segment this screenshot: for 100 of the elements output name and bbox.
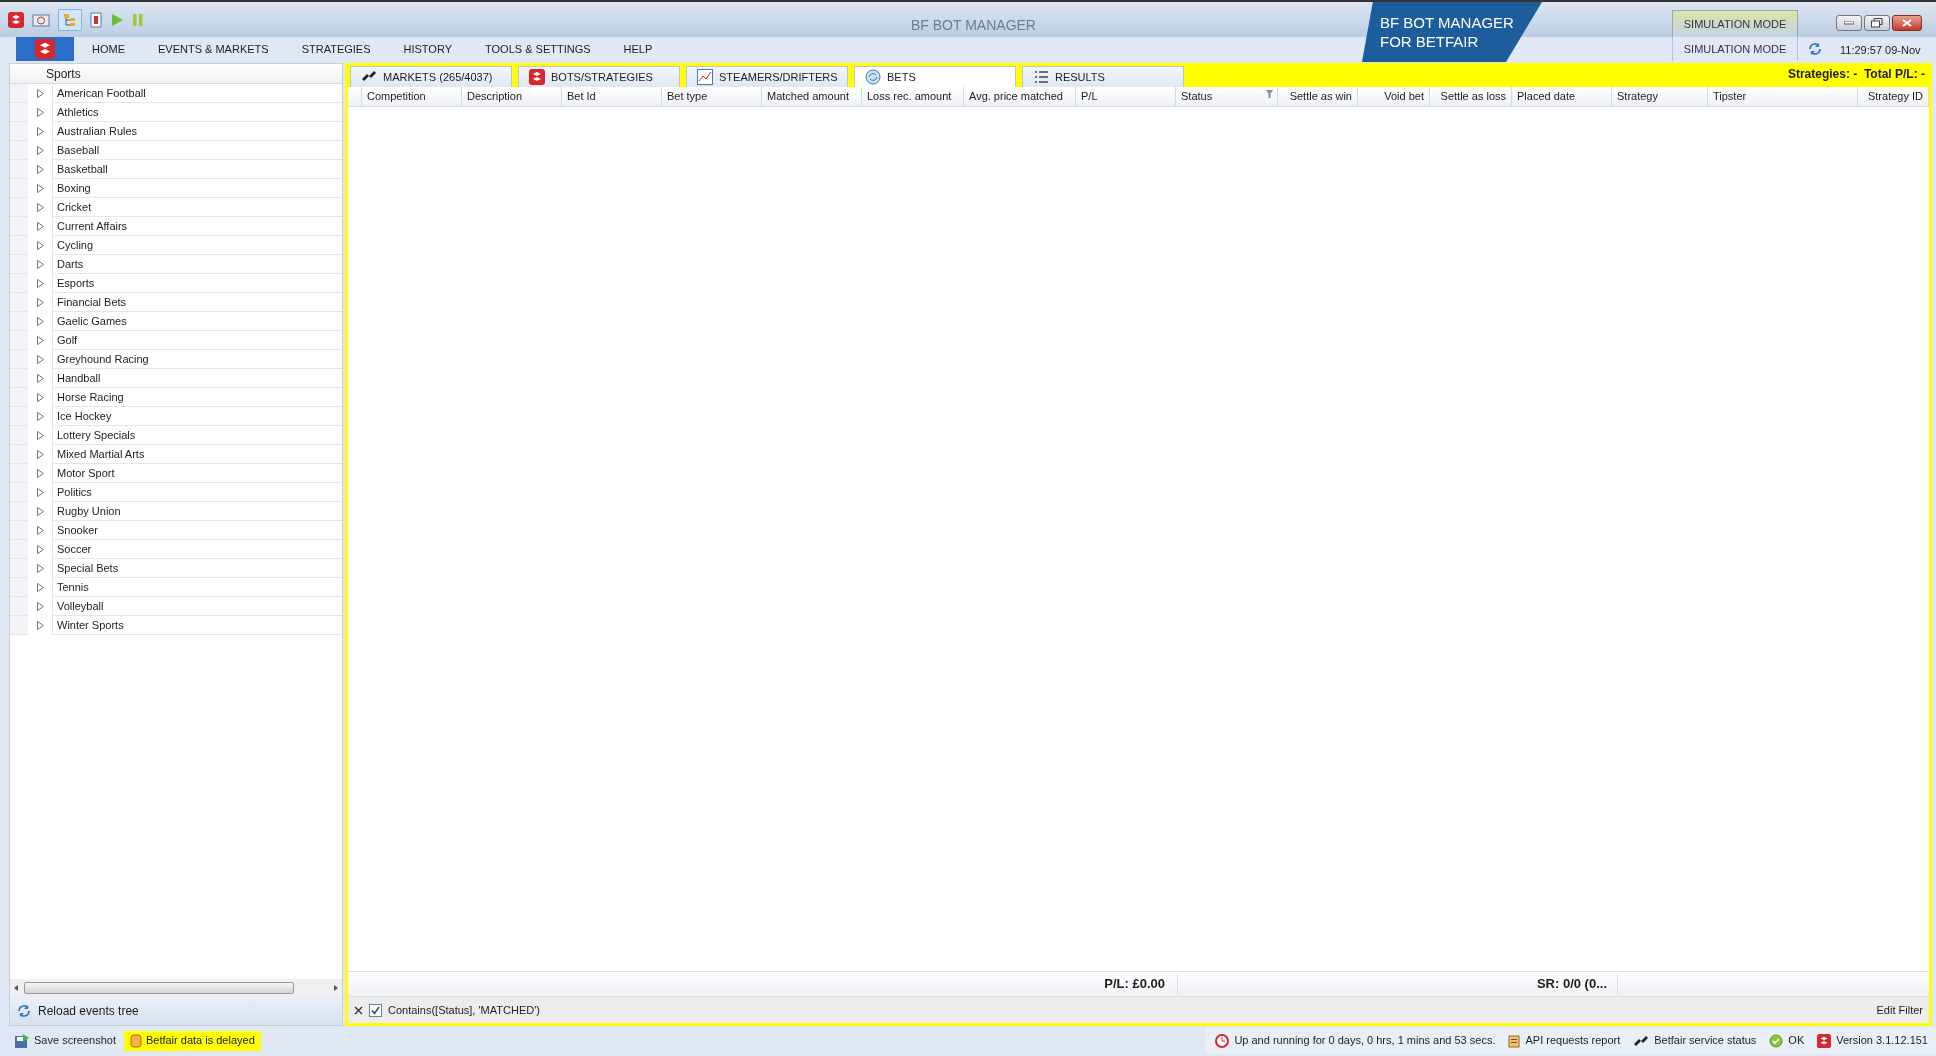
restore-button[interactable]	[1864, 15, 1890, 31]
tree-item[interactable]: Motor Sport	[52, 464, 342, 483]
column-header[interactable]: Description	[462, 87, 562, 106]
column-header[interactable]: Settle as loss	[1430, 87, 1512, 106]
column-header[interactable]: Avg. price matched	[964, 87, 1076, 106]
tree-item[interactable]: Current Affairs	[52, 217, 342, 236]
tree-item[interactable]: Gaelic Games	[52, 312, 342, 331]
tree-item[interactable]: Cricket	[52, 198, 342, 217]
expand-icon[interactable]	[36, 184, 44, 193]
menu-item[interactable]: EVENTS & MARKETS	[158, 40, 269, 58]
expand-icon[interactable]	[36, 241, 44, 250]
tree-item[interactable]: Snooker	[52, 521, 342, 540]
tree-item[interactable]: Handball	[52, 369, 342, 388]
column-header[interactable]: Competition	[362, 87, 462, 106]
tree-item[interactable]: Horse Racing	[52, 388, 342, 407]
expand-icon[interactable]	[36, 583, 44, 592]
tab[interactable]: STEAMERS/DRIFTERS	[686, 66, 848, 87]
column-header[interactable]: Matched amount	[762, 87, 862, 106]
close-filter-icon[interactable]	[354, 1005, 363, 1015]
menu-item[interactable]: HISTORY	[403, 40, 452, 58]
tree-item[interactable]: Special Bets	[52, 559, 342, 578]
expand-icon[interactable]	[36, 89, 44, 98]
expand-icon[interactable]	[36, 298, 44, 307]
tree-item[interactable]: Golf	[52, 331, 342, 350]
tree-item[interactable]: Winter Sports	[52, 616, 342, 635]
tree-item[interactable]: Mixed Martial Arts	[52, 445, 342, 464]
menu-item[interactable]: HELP	[623, 40, 653, 58]
expand-icon[interactable]	[36, 564, 44, 573]
expand-icon[interactable]	[36, 621, 44, 630]
tree-item[interactable]: Lottery Specials	[52, 426, 342, 445]
expand-icon[interactable]	[36, 222, 44, 231]
tree-item[interactable]: Ice Hockey	[52, 407, 342, 426]
expand-icon[interactable]	[36, 393, 44, 402]
expand-icon[interactable]	[36, 545, 44, 554]
tree-item[interactable]: Baseball	[52, 141, 342, 160]
tree-item[interactable]: Athletics	[52, 103, 342, 122]
tree-item[interactable]: Boxing	[52, 179, 342, 198]
tree-item[interactable]: Rugby Union	[52, 502, 342, 521]
close-button[interactable]	[1892, 15, 1922, 31]
column-header[interactable]: Strategy ID	[1858, 87, 1929, 106]
tree-item[interactable]: Australian Rules	[52, 122, 342, 141]
expand-icon[interactable]	[36, 355, 44, 364]
tab[interactable]: BETS	[854, 66, 1016, 87]
expand-icon[interactable]	[36, 317, 44, 326]
expand-icon[interactable]	[36, 279, 44, 288]
expand-icon[interactable]	[36, 488, 44, 497]
edit-filter-link[interactable]: Edit Filter	[1876, 1001, 1923, 1019]
tree-item[interactable]: Greyhound Racing	[52, 350, 342, 369]
expand-icon[interactable]	[36, 507, 44, 516]
expand-icon[interactable]	[36, 469, 44, 478]
column-header[interactable]: Tipster	[1708, 87, 1858, 106]
expand-icon[interactable]	[36, 526, 44, 535]
tree-item[interactable]: Basketball	[52, 160, 342, 179]
app-logo-icon[interactable]	[8, 11, 24, 28]
screenshot-icon[interactable]	[32, 11, 50, 28]
column-header[interactable]: P/L	[1076, 87, 1176, 106]
tab[interactable]: BOTS/STRATEGIES	[518, 66, 680, 87]
filter-checkbox[interactable]	[369, 1003, 382, 1017]
expand-icon[interactable]	[36, 336, 44, 345]
minimize-button[interactable]	[1836, 15, 1862, 31]
expand-icon[interactable]	[36, 165, 44, 174]
tree-item[interactable]: Cycling	[52, 236, 342, 255]
expand-icon[interactable]	[36, 127, 44, 136]
column-header[interactable]: Settle as win	[1278, 87, 1358, 106]
panel-icon[interactable]	[90, 11, 102, 28]
filter-icon[interactable]	[1266, 90, 1273, 98]
column-header[interactable]: Bet type	[662, 87, 762, 106]
api-report-link[interactable]: API requests report	[1525, 1032, 1621, 1049]
expand-icon[interactable]	[36, 146, 44, 155]
expand-icon[interactable]	[36, 203, 44, 212]
menu-item[interactable]: TOOLS & SETTINGS	[485, 40, 591, 58]
tree-item[interactable]: Darts	[52, 255, 342, 274]
menu-item[interactable]: STRATEGIES	[301, 40, 371, 58]
app-menu-button[interactable]	[16, 37, 74, 61]
expand-icon[interactable]	[36, 412, 44, 421]
expand-icon[interactable]	[36, 450, 44, 459]
tree-item[interactable]: American Football	[52, 84, 342, 103]
reload-events-button[interactable]: Reload events tree	[10, 997, 342, 1025]
expand-icon[interactable]	[36, 602, 44, 611]
service-status-link[interactable]: Betfair service status	[1654, 1032, 1757, 1049]
tree-item[interactable]: Financial Bets	[52, 293, 342, 312]
refresh-icon[interactable]	[1807, 42, 1823, 56]
tree-item[interactable]: Tennis	[52, 578, 342, 597]
tab[interactable]: MARKETS (265/4037)	[350, 66, 512, 87]
horizontal-scrollbar[interactable]	[24, 982, 294, 994]
column-header[interactable]: Placed date	[1512, 87, 1612, 106]
expand-icon[interactable]	[36, 260, 44, 269]
column-header[interactable]: Loss rec. amount	[862, 87, 964, 106]
column-header[interactable]: Status	[1176, 87, 1278, 106]
tree-item[interactable]: Soccer	[52, 540, 342, 559]
column-header[interactable]: Bet Id	[562, 87, 662, 106]
save-screenshot-link[interactable]: Save screenshot	[34, 1032, 116, 1049]
scroll-right-icon[interactable]	[332, 984, 340, 992]
tree-item[interactable]: Politics	[52, 483, 342, 502]
tree-item[interactable]: Esports	[52, 274, 342, 293]
expand-icon[interactable]	[36, 431, 44, 440]
menu-item[interactable]: HOME	[92, 40, 125, 58]
column-header[interactable]: Strategy	[1612, 87, 1708, 106]
tab[interactable]: RESULTS	[1022, 66, 1184, 87]
column-header[interactable]: Void bet	[1358, 87, 1430, 106]
